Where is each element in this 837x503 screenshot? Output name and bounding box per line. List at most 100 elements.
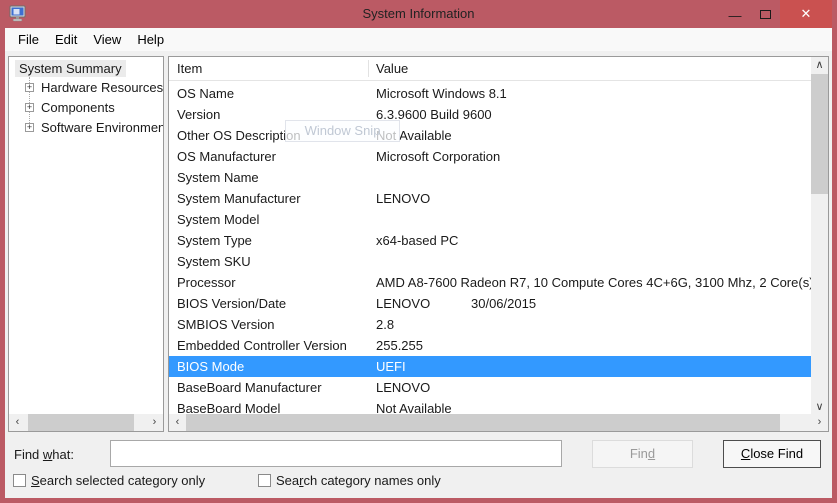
checkbox-icon[interactable] <box>258 474 271 487</box>
search-category-names-checkbox[interactable]: Search category names only <box>258 472 441 488</box>
button-mnemonic: C <box>741 446 750 461</box>
close-find-button[interactable]: Close Find <box>723 440 821 468</box>
scroll-right-icon[interactable]: › <box>811 414 828 431</box>
table-row[interactable]: BIOS Version/DateLENOVO 30/06/2015 <box>169 293 811 314</box>
row-item-cell: SMBIOS Version <box>177 314 376 335</box>
column-header-item[interactable]: Item <box>177 57 202 81</box>
details-pane: Item Value OS NameMicrosoft Windows 8.1 … <box>168 56 829 432</box>
expand-icon[interactable]: + <box>25 83 34 92</box>
row-value-cell: Not Available <box>376 401 452 414</box>
row-value-cell: 2.8 <box>376 317 394 332</box>
checkbox-icon[interactable] <box>13 474 26 487</box>
scrollbar-track[interactable] <box>811 74 828 399</box>
scrollbar-track[interactable] <box>186 414 811 431</box>
tree-item-system-summary[interactable]: System Summary <box>15 60 126 77</box>
row-value-cell: LENOVO <box>376 296 430 311</box>
close-icon: ✕ <box>801 6 812 22</box>
close-button[interactable]: ✕ <box>780 0 832 28</box>
table-row[interactable]: System SKU <box>169 251 811 272</box>
table-row[interactable]: BaseBoard ModelNot Available <box>169 398 811 414</box>
window-controls: — ✕ <box>720 0 832 28</box>
table-row[interactable]: System ManufacturerLENOVO <box>169 188 811 209</box>
table-row[interactable]: Other OS DescriptionNot Available <box>169 125 811 146</box>
scroll-left-icon[interactable]: ‹ <box>169 414 186 431</box>
table-row[interactable]: ProcessorAMD A8-7600 Radeon R7, 10 Compu… <box>169 272 811 293</box>
find-input[interactable] <box>110 440 562 467</box>
row-value-cell: Microsoft Corporation <box>376 149 500 164</box>
table-row[interactable]: OS ManufacturerMicrosoft Corporation <box>169 146 811 167</box>
row-item-cell: BIOS Version/Date <box>177 293 376 314</box>
row-value-cell: 255.255 <box>376 338 423 353</box>
menubar: FileEditViewHelp <box>5 28 832 51</box>
row-value-cell: Microsoft Windows 8.1 <box>376 86 507 101</box>
table-horizontal-scrollbar[interactable]: ‹ › <box>169 414 828 431</box>
scrollbar-thumb[interactable] <box>811 74 828 194</box>
label-text: hat: <box>52 447 74 462</box>
client-area: FileEditViewHelp System Summary + Hardwa… <box>5 28 832 498</box>
expand-icon[interactable]: + <box>25 103 34 112</box>
category-tree-pane: System Summary + Hardware Resources + Co… <box>8 56 164 432</box>
system-information-window: System Information — ✕ FileEditViewHelp … <box>0 0 837 503</box>
row-item-cell: BIOS Mode <box>177 356 376 377</box>
scroll-left-icon[interactable]: ‹ <box>9 414 26 431</box>
minimize-button[interactable]: — <box>720 0 750 28</box>
column-header-value[interactable]: Value <box>376 57 408 81</box>
label-text: Find <box>14 447 43 462</box>
scrollbar-thumb[interactable] <box>28 414 134 431</box>
tree-item-label: Software Environment <box>41 120 164 135</box>
table-row[interactable]: BIOS ModeUEFI <box>169 356 811 377</box>
row-item-cell: OS Manufacturer <box>177 146 376 167</box>
row-item-cell: System SKU <box>177 251 376 272</box>
row-value-cell: UEFI <box>376 359 406 374</box>
maximize-button[interactable] <box>750 0 780 28</box>
row-item-cell: System Type <box>177 230 376 251</box>
table-row[interactable]: System Typex64-based PC <box>169 230 811 251</box>
checkbox-label: Search category names only <box>276 473 441 488</box>
row-item-cell: Embedded Controller Version <box>177 335 376 356</box>
row-item-cell: System Model <box>177 209 376 230</box>
table-row[interactable]: SMBIOS Version2.8 <box>169 314 811 335</box>
snip-tooltip: Window Snip <box>285 120 400 142</box>
scroll-up-icon[interactable]: ∧ <box>811 57 828 74</box>
button-mnemonic: d <box>648 446 655 461</box>
menu-edit[interactable]: Edit <box>47 28 85 51</box>
table-body: OS NameMicrosoft Windows 8.1 Version6.3.… <box>169 83 811 414</box>
tree-item-hardware-resources[interactable]: + Hardware Resources <box>25 77 163 97</box>
table-row[interactable]: BaseBoard ManufacturerLENOVO <box>169 377 811 398</box>
tree-item-software-environment[interactable]: + Software Environment <box>25 117 164 137</box>
table-row[interactable]: Embedded Controller Version255.255 <box>169 335 811 356</box>
checkbox-label: Search selected category only <box>31 473 205 488</box>
find-button[interactable]: Find <box>592 440 693 468</box>
table-row[interactable]: Version6.3.9600 Build 9600 <box>169 104 811 125</box>
label-mnemonic: w <box>43 447 52 462</box>
search-selected-category-checkbox[interactable]: Search selected category only <box>13 472 205 488</box>
row-item-cell: System Name <box>177 167 376 188</box>
column-divider[interactable] <box>368 60 369 77</box>
minimize-icon: — <box>729 11 742 21</box>
row-value2-cell: 30/06/2015 <box>471 293 536 314</box>
table-vertical-scrollbar[interactable]: ∧ ∨ <box>811 57 828 416</box>
scrollbar-track[interactable] <box>26 414 146 431</box>
row-item-cell: OS Name <box>177 83 376 104</box>
menu-file[interactable]: File <box>10 28 47 51</box>
row-value-cell: x64-based PC <box>376 233 458 248</box>
expand-icon[interactable]: + <box>25 123 34 132</box>
row-item-cell: Processor <box>177 272 376 293</box>
tree-item-components[interactable]: + Components <box>25 97 115 117</box>
row-item-cell: System Manufacturer <box>177 188 376 209</box>
row-item-cell: BaseBoard Model <box>177 398 376 414</box>
menu-help[interactable]: Help <box>129 28 172 51</box>
maximize-icon <box>760 10 771 19</box>
row-value-cell: AMD A8-7600 Radeon R7, 10 Compute Cores … <box>376 275 811 290</box>
scroll-right-icon[interactable]: › <box>146 414 163 431</box>
scrollbar-thumb[interactable] <box>186 414 780 431</box>
tree-item-label: Hardware Resources <box>41 80 163 95</box>
menu-view[interactable]: View <box>85 28 129 51</box>
window-title: System Information <box>0 6 837 21</box>
table-row[interactable]: OS NameMicrosoft Windows 8.1 <box>169 83 811 104</box>
table-header: Item Value <box>169 57 811 81</box>
table-row[interactable]: System Name <box>169 167 811 188</box>
tree-horizontal-scrollbar[interactable]: ‹ › <box>9 414 163 431</box>
table-row[interactable]: System Model <box>169 209 811 230</box>
button-text: Fin <box>630 446 648 461</box>
